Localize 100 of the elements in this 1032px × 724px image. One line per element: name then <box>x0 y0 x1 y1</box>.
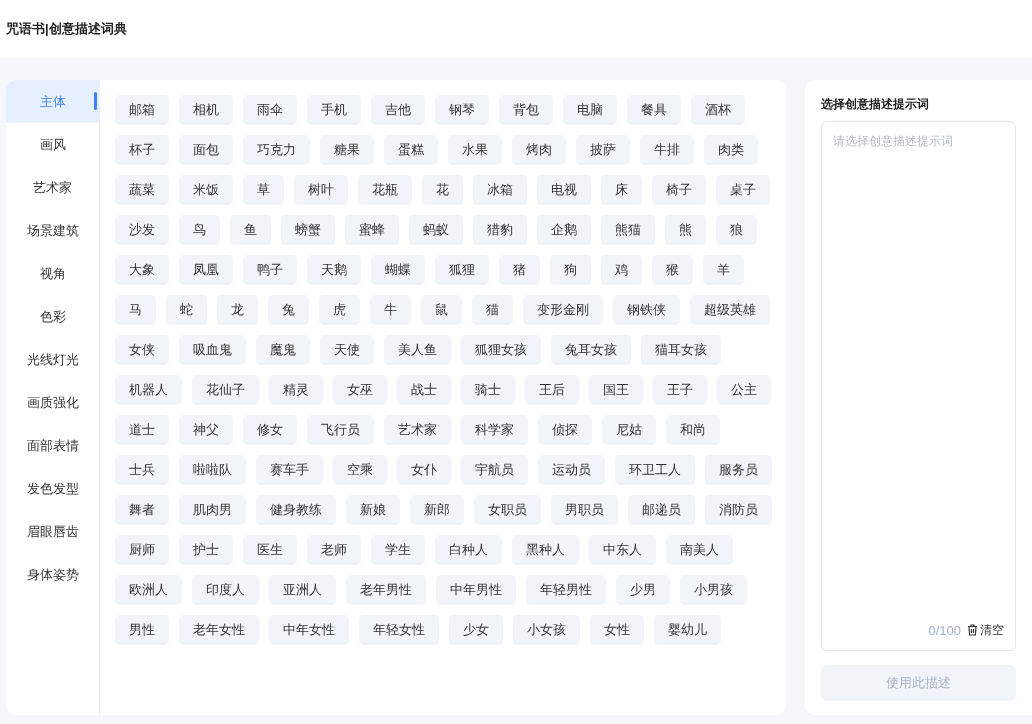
tag-chip[interactable]: 米饭 <box>179 175 233 205</box>
tag-chip[interactable]: 鸡 <box>601 255 642 285</box>
tag-chip[interactable]: 科学家 <box>461 415 528 445</box>
tag-chip[interactable]: 战士 <box>397 375 451 405</box>
tag-chip[interactable]: 中东人 <box>589 535 656 565</box>
tag-chip[interactable]: 兔耳女孩 <box>551 335 631 365</box>
tag-chip[interactable]: 酒杯 <box>691 95 745 125</box>
tag-chip[interactable]: 狐狸 <box>435 255 489 285</box>
tag-chip[interactable]: 蛋糕 <box>384 135 438 165</box>
tag-chip[interactable]: 牛 <box>370 295 411 325</box>
tag-chip[interactable]: 兔 <box>268 295 309 325</box>
tag-chip[interactable]: 老师 <box>307 535 361 565</box>
tag-chip[interactable]: 士兵 <box>115 455 169 485</box>
tag-chip[interactable]: 巧克力 <box>243 135 310 165</box>
tag-chip[interactable]: 女巫 <box>333 375 387 405</box>
tag-chip[interactable]: 凤凰 <box>179 255 233 285</box>
tag-chip[interactable]: 花 <box>422 175 463 205</box>
tag-chip[interactable]: 背包 <box>499 95 553 125</box>
tag-chip[interactable]: 护士 <box>179 535 233 565</box>
clear-button[interactable]: 清空 <box>967 621 1004 640</box>
category-tab[interactable]: 面部表情 <box>6 424 99 467</box>
tag-chip[interactable]: 猴 <box>652 255 693 285</box>
tag-chip[interactable]: 吸血鬼 <box>179 335 246 365</box>
tag-chip[interactable]: 尼姑 <box>602 415 656 445</box>
category-tab[interactable]: 画质强化 <box>6 381 99 424</box>
tag-chip[interactable]: 印度人 <box>192 575 259 605</box>
tag-chip[interactable]: 狐狸女孩 <box>461 335 541 365</box>
tag-chip[interactable]: 邮递员 <box>628 495 695 525</box>
tag-chip[interactable]: 亚洲人 <box>269 575 336 605</box>
tag-chip[interactable]: 沙发 <box>115 215 169 245</box>
tag-chip[interactable]: 白种人 <box>435 535 502 565</box>
tag-chip[interactable]: 女性 <box>590 615 644 645</box>
tag-chip[interactable]: 树叶 <box>294 175 348 205</box>
tag-chip[interactable]: 草 <box>243 175 284 205</box>
tag-chip[interactable]: 王子 <box>653 375 707 405</box>
tag-chip[interactable]: 马 <box>115 295 156 325</box>
tag-chip[interactable]: 鱼 <box>230 215 271 245</box>
category-tab[interactable]: 画风 <box>6 123 99 166</box>
tag-chip[interactable]: 杯子 <box>115 135 169 165</box>
tag-chip[interactable]: 精灵 <box>269 375 323 405</box>
tag-chip[interactable]: 螃蟹 <box>281 215 335 245</box>
tag-chip[interactable]: 蜜蜂 <box>345 215 399 245</box>
tag-chip[interactable]: 服务员 <box>705 455 772 485</box>
tag-chip[interactable]: 变形金刚 <box>523 295 603 325</box>
category-tab[interactable]: 身体姿势 <box>6 553 99 596</box>
tag-chip[interactable]: 熊猫 <box>601 215 655 245</box>
tag-chip[interactable]: 男性 <box>115 615 169 645</box>
tag-chip[interactable]: 老年男性 <box>346 575 426 605</box>
tag-chip[interactable]: 猫 <box>472 295 513 325</box>
tag-chip[interactable]: 电视 <box>537 175 591 205</box>
tag-chip[interactable]: 女侠 <box>115 335 169 365</box>
tag-chip[interactable]: 医生 <box>243 535 297 565</box>
tag-chip[interactable]: 花仙子 <box>192 375 259 405</box>
prompt-textarea[interactable]: 请选择创意描述提示词 0/100 清空 <box>821 121 1016 651</box>
tag-chip[interactable]: 床 <box>601 175 642 205</box>
tag-chip[interactable]: 中年女性 <box>269 615 349 645</box>
tag-chip[interactable]: 年轻女性 <box>359 615 439 645</box>
tag-chip[interactable]: 相机 <box>179 95 233 125</box>
tag-chip[interactable]: 女职员 <box>474 495 541 525</box>
tag-chip[interactable]: 和尚 <box>666 415 720 445</box>
tag-chip[interactable]: 天使 <box>320 335 374 365</box>
tag-chip[interactable]: 消防员 <box>705 495 772 525</box>
tag-chip[interactable]: 邮箱 <box>115 95 169 125</box>
tag-chip[interactable]: 少男 <box>616 575 670 605</box>
category-tab[interactable]: 场景建筑 <box>6 209 99 252</box>
tag-chip[interactable]: 健身教练 <box>256 495 336 525</box>
category-tab[interactable]: 色彩 <box>6 295 99 338</box>
tag-chip[interactable]: 飞行员 <box>307 415 374 445</box>
tag-chip[interactable]: 花瓶 <box>358 175 412 205</box>
tag-chip[interactable]: 猪 <box>499 255 540 285</box>
tag-chip[interactable]: 中年男性 <box>436 575 516 605</box>
tag-chip[interactable]: 虎 <box>319 295 360 325</box>
tag-chip[interactable]: 猎豹 <box>473 215 527 245</box>
tag-chip[interactable]: 披萨 <box>576 135 630 165</box>
tag-chip[interactable]: 男职员 <box>551 495 618 525</box>
tag-chip[interactable]: 南美人 <box>666 535 733 565</box>
tag-chip[interactable]: 蔬菜 <box>115 175 169 205</box>
tag-chip[interactable]: 道士 <box>115 415 169 445</box>
tag-chip[interactable]: 糖果 <box>320 135 374 165</box>
tag-chip[interactable]: 猫耳女孩 <box>641 335 721 365</box>
tag-chip[interactable]: 钢铁侠 <box>613 295 680 325</box>
category-tab[interactable]: 眉眼唇齿 <box>6 510 99 553</box>
tag-chip[interactable]: 环卫工人 <box>615 455 695 485</box>
tag-chip[interactable]: 舞者 <box>115 495 169 525</box>
tag-chip[interactable]: 狼 <box>716 215 757 245</box>
tag-chip[interactable]: 龙 <box>217 295 258 325</box>
tag-chip[interactable]: 老年女性 <box>179 615 259 645</box>
tag-chip[interactable]: 餐具 <box>627 95 681 125</box>
tag-chip[interactable]: 羊 <box>703 255 744 285</box>
tag-chip[interactable]: 美人鱼 <box>384 335 451 365</box>
tag-chip[interactable]: 狗 <box>550 255 591 285</box>
tag-chip[interactable]: 新郎 <box>410 495 464 525</box>
tag-chip[interactable]: 雨伞 <box>243 95 297 125</box>
tag-chip[interactable]: 小女孩 <box>513 615 580 645</box>
tag-chip[interactable]: 年轻男性 <box>526 575 606 605</box>
tag-chip[interactable]: 牛排 <box>640 135 694 165</box>
tag-chip[interactable]: 鸟 <box>179 215 220 245</box>
tag-chip[interactable]: 烤肉 <box>512 135 566 165</box>
tag-chip[interactable]: 蚂蚁 <box>409 215 463 245</box>
tag-chip[interactable]: 神父 <box>179 415 233 445</box>
